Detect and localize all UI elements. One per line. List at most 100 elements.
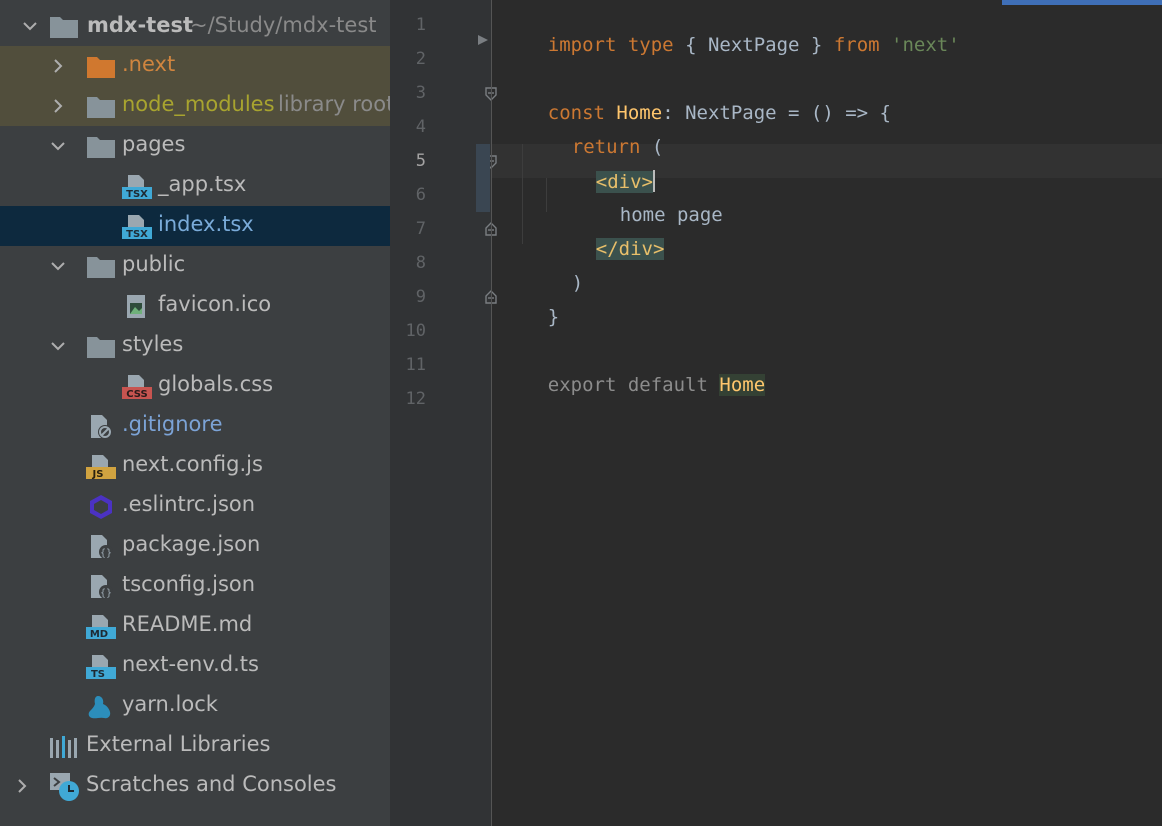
tree-item-label: README.md [122, 612, 253, 636]
line-number: 4 [415, 117, 426, 137]
chevron-right-icon[interactable] [50, 58, 66, 74]
json-file-icon: {} [91, 575, 113, 599]
tree-item-next[interactable]: .next [0, 46, 390, 86]
root-path: ~/Study/mdx-test [190, 13, 377, 37]
code-editor[interactable]: 1 2 3 4 5 6 7 8 9 10 11 12 import type {… [390, 0, 1162, 826]
tree-item-scratches[interactable]: Scratches and Consoles [0, 766, 390, 806]
chevron-right-icon[interactable] [14, 778, 30, 794]
tree-item-label: .gitignore [122, 412, 223, 436]
jsx-close-tag: </div> [595, 238, 665, 260]
code-line-9: } [502, 284, 559, 350]
tree-item-tsconfig[interactable]: {} tsconfig.json [0, 566, 390, 606]
tree-item-label: .eslintrc.json [122, 492, 256, 516]
eslint-icon [90, 495, 112, 519]
tree-item-package-json[interactable]: {} package.json [0, 526, 390, 566]
tree-item-label: package.json [122, 532, 261, 556]
type-annotation: : NextPage = () => { [662, 102, 891, 124]
line-number: 8 [415, 253, 426, 273]
tree-item-index-tsx[interactable]: TSX index.tsx [0, 206, 390, 246]
tree-item-label: globals.css [158, 372, 274, 396]
tree-item-eslintrc[interactable]: .eslintrc.json [0, 486, 390, 526]
css-file-icon: CSS [122, 375, 152, 400]
tree-item-label: public [122, 252, 186, 276]
current-line-highlight [390, 144, 1162, 178]
tree-item-yarn-lock[interactable]: yarn.lock [0, 686, 390, 726]
chevron-down-icon[interactable] [50, 138, 66, 154]
code-line-1: import type { NextPage } from 'next' [502, 12, 960, 78]
image-file-icon [127, 295, 145, 318]
folder-icon [87, 257, 115, 278]
tree-item-favicon[interactable]: favicon.ico [0, 286, 390, 326]
tree-item-styles[interactable]: styles [0, 326, 390, 366]
tree-item-globals-css[interactable]: CSS globals.css [0, 366, 390, 406]
css-badge: CSS [126, 389, 147, 400]
editor-gutter[interactable]: 1 2 3 4 5 6 7 8 9 10 11 12 [390, 0, 497, 826]
gutter-divider [491, 0, 492, 826]
tree-item-gitignore[interactable]: .gitignore [0, 406, 390, 446]
tree-item-label: pages [122, 132, 186, 156]
folder-icon [87, 137, 115, 158]
chevron-right-icon[interactable] [50, 98, 66, 114]
line-number: 9 [415, 287, 426, 307]
folder-icon [87, 337, 115, 358]
line-number: 1 [415, 15, 426, 35]
js-badge: JS [92, 469, 104, 480]
keyword: type [627, 34, 674, 56]
tree-item-label: node_modules [122, 92, 275, 116]
tree-item-next-config[interactable]: JS next.config.js [0, 446, 390, 486]
code-line-11: export default Home [502, 352, 766, 418]
library-root-hint: library root [278, 92, 390, 116]
jsx-block-marker [476, 144, 490, 212]
tree-root[interactable]: mdx-test ~/Study/mdx-test [0, 6, 390, 46]
line-number: 12 [405, 389, 426, 409]
tree-item-label: styles [122, 332, 184, 356]
folder-icon [87, 97, 115, 118]
markdown-file-icon: MD [86, 615, 116, 640]
line-number: 2 [415, 49, 426, 69]
tree-item-label: favicon.ico [158, 292, 272, 316]
import-specifier: { NextPage } [685, 34, 823, 56]
chevron-down-icon[interactable] [50, 338, 66, 354]
line-number-current: 5 [415, 151, 426, 171]
chevron-down-icon[interactable] [22, 18, 38, 34]
json-file-icon: {} [91, 535, 113, 559]
chevron-down-icon[interactable] [50, 258, 66, 274]
string-literal: 'next' [891, 34, 960, 56]
tree-item-external-libraries[interactable]: External Libraries [0, 726, 390, 766]
tsx-file-icon: TSX [122, 215, 152, 240]
line-number: 7 [415, 219, 426, 239]
tree-item-app-tsx[interactable]: TSX _app.tsx [0, 166, 390, 206]
tree-item-label: next.config.js [122, 452, 263, 476]
tree-item-label: next-env.d.ts [122, 652, 259, 676]
tree-item-public[interactable]: public [0, 246, 390, 286]
library-icon [50, 736, 77, 758]
folder-icon [87, 57, 115, 78]
tree-item-label: index.tsx [158, 212, 254, 236]
keyword: from [833, 34, 880, 56]
identifier-highlight: Home [719, 374, 766, 396]
line-number: 10 [405, 321, 426, 341]
external-libraries-label: External Libraries [86, 732, 271, 756]
indent-guide [546, 178, 547, 212]
tree-item-node-modules[interactable]: node_modules library root [0, 86, 390, 126]
collapsed-fold-icon[interactable] [476, 33, 490, 47]
tree-item-next-env[interactable]: TS next-env.d.ts [0, 646, 390, 686]
ts-badge: TS [91, 669, 105, 680]
scratches-label: Scratches and Consoles [86, 772, 337, 796]
tree-item-pages[interactable]: pages [0, 126, 390, 166]
tree-item-readme[interactable]: MD README.md [0, 606, 390, 646]
paren: ) [571, 272, 584, 294]
line-number: 3 [415, 83, 426, 103]
js-file-icon: JS [86, 455, 116, 480]
brace: } [547, 306, 560, 328]
folder-icon [50, 17, 78, 38]
md-badge: MD [90, 629, 108, 640]
ts-file-icon: TS [86, 655, 116, 680]
keyword: import [547, 34, 617, 56]
svg-text:{}: {} [100, 588, 112, 599]
line-number: 11 [405, 355, 426, 375]
project-tree: mdx-test ~/Study/mdx-test .next node_mod… [0, 0, 390, 826]
tsx-badge: TSX [126, 189, 148, 200]
ignore-file-icon [91, 415, 112, 439]
tree-item-label: _app.tsx [158, 172, 247, 196]
